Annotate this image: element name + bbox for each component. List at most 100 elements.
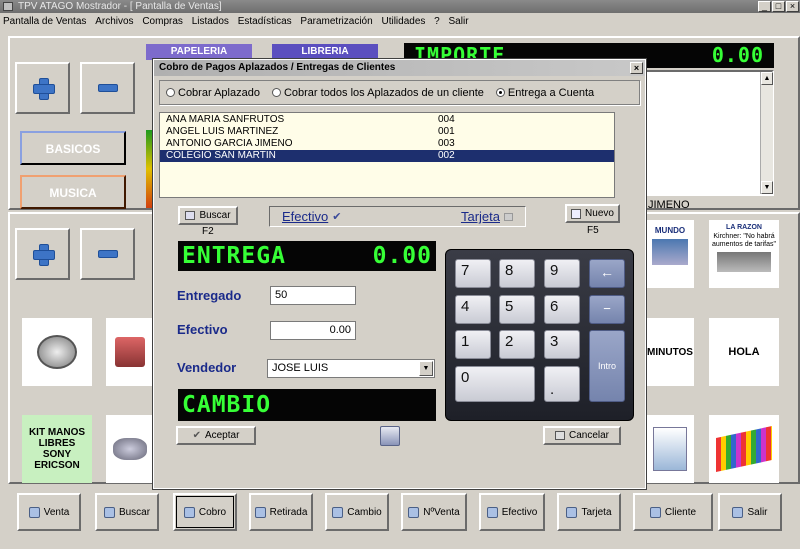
key-dot[interactable]: . [544,366,580,402]
key-3[interactable]: 3 [544,330,580,359]
client-row[interactable]: ANA MARIA SANFRUTOS 004 [160,114,614,126]
menu-item[interactable]: Parametrización [300,13,372,30]
menu-item[interactable]: Listados [192,13,229,30]
menu-item[interactable]: ? [434,13,440,30]
product-photo [113,438,147,460]
category-musica-button[interactable]: MUSICA [20,175,126,209]
pay-method-efectivo[interactable]: Efectivo ✔ [282,209,341,224]
menu-item[interactable]: Pantalla de Ventas [3,13,86,30]
numero-venta-button[interactable]: NºVenta [401,493,467,531]
key-1[interactable]: 1 [455,330,491,359]
menu-item[interactable]: Estadísticas [238,13,292,30]
venta-button[interactable]: Venta [17,493,81,531]
radio-entrega-a-cuenta[interactable]: Entrega a Cuenta [495,86,595,99]
buscar-button[interactable]: Buscar [178,206,238,225]
cambio-icon [332,506,344,518]
efectivo-button-label: Efectivo [501,506,538,518]
efectivo-bottom-button[interactable]: Efectivo [479,493,545,531]
client-row[interactable]: ANGEL LUIS MARTINEZ 001 [160,126,614,138]
minimize-button[interactable]: _ [758,1,771,12]
category-papeleria-button[interactable]: PAPELERIA [146,44,252,60]
category-scroll-down-button[interactable] [80,62,135,114]
key-0[interactable]: 0 [455,366,535,402]
entrega-display-label: ENTREGA [182,243,286,269]
category-libreria-button[interactable]: LIBRERIA [272,44,378,60]
menu-item[interactable]: Archivos [95,13,133,30]
cobro-button[interactable]: Cobro [173,493,237,531]
key-2[interactable]: 2 [499,330,535,359]
product-tile-kit-manos-libres[interactable]: KIT MANOS LIBRES SONY ERICSON [22,415,92,483]
check-icon: ✔ [192,430,201,441]
client-name: ANGEL LUIS MARTINEZ [166,126,279,137]
category-basicos-button[interactable]: BASICOS [20,131,126,165]
menu-item[interactable]: Compras [142,13,183,30]
client-list[interactable]: ANA MARIA SANFRUTOS 004 ANGEL LUIS MARTIN… [159,112,615,198]
entregado-input[interactable]: 50 [270,286,356,305]
radio-cobrar-aplazado[interactable]: Cobrar Aplazado [166,87,260,99]
client-row-selected[interactable]: COLEGIO SAN MARTIN 002 [160,150,614,162]
printer-icon[interactable] [380,426,400,446]
product-tile-hola[interactable]: HOLA [709,318,779,386]
nuevo-button[interactable]: Nuevo [565,204,620,223]
product-scroll-up-button[interactable] [15,228,70,280]
menu-item[interactable]: Utilidades [381,13,425,30]
product-tile-image[interactable] [106,318,154,386]
product-tile-image[interactable] [709,415,779,483]
tarjeta-bottom-button[interactable]: Tarjeta [557,493,621,531]
category-scroll-up-button[interactable] [15,62,70,114]
tarjeta-icon [566,506,578,518]
entrega-display: ENTREGA 0.00 [178,241,436,271]
vendedor-value: JOSE LUIS [272,362,329,374]
newspaper-headline: Kirchner: "No habrá aumentos de tarifas" [712,233,776,248]
radio-label: Cobrar Aplazado [178,86,260,99]
retirada-button[interactable]: Retirada [249,493,313,531]
ticket-lines-list[interactable] [640,70,774,196]
ticket-scrollbar[interactable]: ▲ ▼ [760,72,773,194]
product-scroll-down-button[interactable] [80,228,135,280]
buscar-bottom-button[interactable]: Buscar [95,493,159,531]
client-name: COLEGIO SAN MARTIN [166,150,276,161]
product-photo [115,337,145,367]
pay-method-bar: Efectivo ✔ Tarjeta [269,206,526,227]
minus-icon [97,250,118,258]
maximize-button[interactable]: □ [772,1,785,12]
efectivo-input[interactable]: 0.00 [270,321,356,340]
key-6[interactable]: 6 [544,295,580,324]
product-photo [653,427,687,471]
intro-key[interactable]: Intro [589,330,625,402]
key-8[interactable]: 8 [499,259,535,288]
salir-button[interactable]: Salir [718,493,782,531]
cambio-button[interactable]: Cambio [325,493,389,531]
key-7[interactable]: 7 [455,259,491,288]
pay-method-tarjeta[interactable]: Tarjeta [461,209,513,224]
buscar-button-label: Buscar [118,506,151,518]
radio-label: Entrega a Cuenta [507,86,595,99]
product-photo [716,426,772,472]
minus-key[interactable]: − [589,295,625,324]
product-tile-el-mundo[interactable]: MUNDO [646,220,694,288]
menu-item[interactable]: Salir [449,13,469,30]
radio-cobrar-todos[interactable]: Cobrar todos los Aplazados de un cliente [271,87,484,99]
aceptar-button[interactable]: ✔ Aceptar [176,426,256,445]
product-tile-minutos[interactable]: MINUTOS [646,318,694,386]
scroll-up-icon[interactable]: ▲ [761,72,773,85]
chevron-down-icon[interactable]: ▼ [419,361,433,376]
dialog-close-button[interactable]: × [630,62,643,74]
backspace-key[interactable]: ← [589,259,625,288]
vendedor-select[interactable]: JOSE LUIS ▼ [267,359,435,378]
entrega-display-value: 0.00 [372,243,432,269]
key-9[interactable]: 9 [544,259,580,288]
aceptar-label: Aceptar [204,430,240,441]
product-tile-image[interactable] [106,415,154,483]
key-4[interactable]: 4 [455,295,491,324]
scroll-down-icon[interactable]: ▼ [761,181,773,194]
product-tile-image[interactable] [22,318,92,386]
cliente-button[interactable]: Cliente [633,493,713,531]
key-5[interactable]: 5 [499,295,535,324]
close-window-button[interactable]: × [786,1,799,12]
client-row[interactable]: ANTONIO GARCIA JIMENO 003 [160,138,614,150]
product-tile-la-razon[interactable]: LA RAZON Kirchner: "No habrá aumentos de… [709,220,779,288]
cancelar-button[interactable]: Cancelar [543,426,621,445]
cambio-display: CAMBIO [178,389,436,421]
product-tile-image[interactable] [646,415,694,483]
